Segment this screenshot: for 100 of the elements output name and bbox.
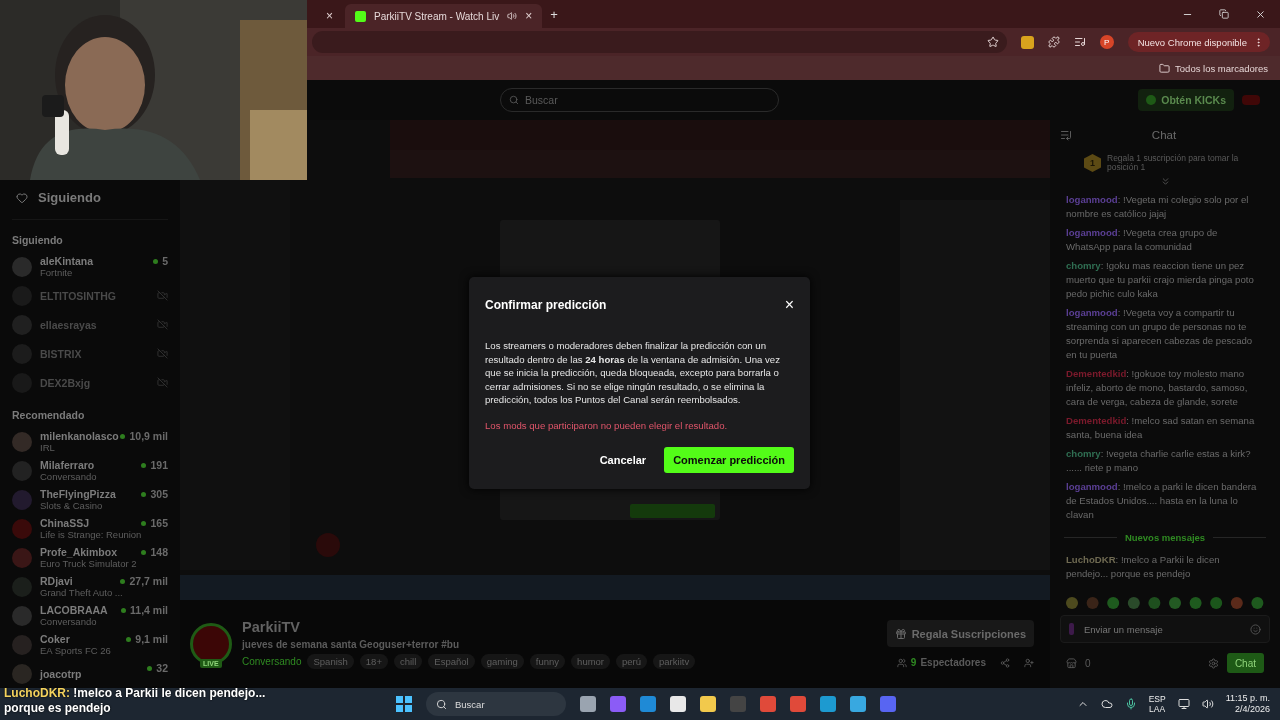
- browser-tab[interactable]: ParkiiTV Stream - Watch Liv ×: [345, 4, 543, 28]
- collapse-icon[interactable]: [1060, 129, 1072, 141]
- media-icon[interactable]: [1073, 36, 1086, 48]
- viewer-count: 27,7 mil: [120, 575, 168, 587]
- viewer-count: 9,1 mil: [126, 633, 168, 645]
- stream-title: jueves de semana santa Geoguser+terror #bu: [242, 639, 460, 650]
- channel-category: IRL: [40, 441, 55, 454]
- channel-category: Life is Strange: Reunion: [40, 528, 142, 541]
- settings-icon[interactable]: [1207, 657, 1219, 669]
- taskbar-search[interactable]: Buscar: [426, 692, 566, 716]
- microphone-icon[interactable]: [1124, 698, 1137, 710]
- avatar: [12, 431, 32, 452]
- share-icon[interactable]: [1000, 657, 1010, 668]
- section-heading: Siguiendo: [12, 234, 64, 246]
- tag[interactable]: 18+: [359, 654, 388, 669]
- points-count: 0: [1085, 657, 1091, 669]
- channel-name[interactable]: Milaferraro: [40, 458, 95, 471]
- avatar: [12, 547, 32, 568]
- channel-name[interactable]: RDjavi: [40, 574, 73, 587]
- dialog-text: Los streamers o moderadores deben finalizar la predicción con un resultado dentro de las 24 horas de la ventana de admisión. Una vez que se inicia la predicción, queda bloqueada, excepto para borrarla o cerrar admisiones. Si no se elige ningún resultado, o se elimina la predicción, todos los Puntos del Canal serán reembolsados.: [485, 339, 781, 407]
- kicks-button[interactable]: Obtén KICKs: [1138, 89, 1234, 111]
- browser-tab[interactable]: ×: [316, 4, 343, 28]
- chat-message: LuchoDKR: !melco a Parkii le dicen pendejo... porque es pendejo: [1066, 553, 1221, 581]
- emoji-icon[interactable]: [1250, 623, 1261, 635]
- chat-message: loganmood: !Vegeta crea grupo de WhatsApp para la comunidad: [1066, 226, 1219, 254]
- coin-icon: [1146, 95, 1157, 105]
- clock[interactable]: 11:15 p. m. 2/4/2026: [1225, 693, 1270, 715]
- send-button[interactable]: Chat: [1226, 653, 1264, 673]
- channel-category: Grand Theft Auto ...: [40, 586, 123, 599]
- channel-name[interactable]: joacotrp: [40, 667, 82, 680]
- channel-name: ParkiiTV: [242, 619, 301, 635]
- sidebar-title: Siguiendo: [38, 190, 101, 205]
- avatar: [12, 605, 32, 626]
- channel-name[interactable]: ChinaSSJ: [40, 516, 89, 529]
- puzzle-icon[interactable]: [1047, 36, 1060, 48]
- tag[interactable]: parkiitv: [653, 654, 696, 669]
- follow-icon[interactable]: [1024, 657, 1034, 668]
- windows-icon[interactable]: [396, 696, 412, 712]
- language-indicator[interactable]: ESP LAA: [1148, 694, 1166, 714]
- viewer-count: 10,9 mil: [120, 430, 168, 442]
- category-link[interactable]: Conversando: [242, 656, 302, 667]
- restore-icon[interactable]: [1219, 8, 1229, 19]
- close-icon[interactable]: ×: [326, 9, 333, 23]
- channel-category: Euro Truck Simulator 2: [40, 557, 137, 570]
- avatar: [12, 518, 32, 539]
- tag[interactable]: gaming: [480, 654, 524, 669]
- channel-name[interactable]: Profe_Akimbox: [40, 545, 118, 558]
- channel-name[interactable]: TheFlyingPizza: [40, 487, 116, 500]
- chat-message: chomry: !goku mas reaccion tiene un pez muerto que tu parkii crajo mierda pinga poto pedo pichic culo kaka: [1066, 259, 1255, 301]
- viewer-count: 11,4 mil: [121, 604, 168, 616]
- viewer-count: 191: [141, 459, 168, 471]
- message-field[interactable]: Enviar un mensaje: [1082, 622, 1242, 636]
- avatar: [12, 634, 32, 655]
- chat-message: loganmood: !melco a parki le dicen bandera de Estados Unidos.... hasta en la luna lo clavan: [1066, 480, 1258, 522]
- speaker-icon: [507, 11, 518, 21]
- volume-icon[interactable]: [1201, 698, 1214, 710]
- tag[interactable]: humor: [571, 654, 611, 669]
- update-button[interactable]: Nuevo Chrome disponible: [1127, 32, 1270, 52]
- avatar: [12, 256, 32, 277]
- warning-text: Los mods que participaron no pueden elegir el resultado.: [485, 419, 729, 431]
- channel-category: Conversando: [40, 615, 97, 628]
- avatar: [12, 663, 32, 684]
- cloud-icon[interactable]: [1100, 698, 1113, 710]
- confirm-button[interactable]: Comenzar predicción: [664, 446, 794, 473]
- message-box[interactable]: Enviar un mensaje: [1060, 615, 1270, 643]
- close-button[interactable]: ×: [784, 297, 794, 313]
- new-messages-divider: Nuevos mensajes: [1124, 532, 1206, 543]
- chat-message: Dementedkid: !gokuoe toy molesto mano infeliz, aborto de mono, bastardo, samoso, cara de verga, cabeza de glande, sorete: [1066, 367, 1249, 409]
- channel-name[interactable]: LACOBRAAA: [40, 603, 108, 616]
- new-tab-button[interactable]: +: [550, 6, 558, 22]
- star-icon[interactable]: [986, 36, 999, 48]
- channel-category: Slots & Casino: [40, 499, 103, 512]
- chat-message: loganmood: !Vegeta mi colegio solo por el nombre es católico jajaj: [1066, 193, 1250, 221]
- viewer-count: 32: [147, 662, 168, 674]
- search-icon: [436, 698, 447, 710]
- profile-avatar[interactable]: P: [1099, 35, 1114, 49]
- avatar: [12, 489, 32, 510]
- tag[interactable]: Español: [428, 654, 475, 669]
- channel-name[interactable]: Coker: [40, 632, 70, 645]
- tag[interactable]: perú: [616, 654, 648, 669]
- cancel-button[interactable]: Cancelar: [593, 447, 653, 472]
- gift-icon: [894, 627, 907, 640]
- tag[interactable]: Spanish: [307, 654, 354, 669]
- bookmarks-folder[interactable]: Todos los marcadores: [1159, 62, 1268, 74]
- channel-name[interactable]: milenkanolasco: [40, 429, 119, 442]
- extension-icon[interactable]: [1020, 35, 1034, 49]
- channel-name[interactable]: aleKintana: [40, 254, 94, 267]
- chat-message: loganmood: !Vegeta voy a compartir tu streaming con un grupo de personas no te sorprenda si aparecen cabezas de pescado en tu puerta: [1066, 306, 1254, 362]
- chat-overlay-message: LuchoDKR: !melco a Parkii le dicen pendejo... porque es pendejo: [4, 686, 267, 716]
- gift-subscriptions-button[interactable]: Regala Suscripciones: [886, 620, 1034, 647]
- chat-message: Dementedkid: !melco sad satan en semana santa, buena idea: [1066, 414, 1256, 442]
- close-icon[interactable]: ×: [525, 9, 533, 23]
- viewer-count: 5: [153, 255, 168, 267]
- viewer-count: 305: [141, 488, 168, 500]
- viewer-count: 165: [141, 517, 168, 529]
- close-icon[interactable]: [1255, 8, 1266, 20]
- tag[interactable]: funny: [529, 654, 566, 669]
- avatar: [12, 460, 32, 481]
- section-heading: Recomendado: [12, 409, 86, 421]
- rank-badge: 1: [1084, 154, 1101, 172]
